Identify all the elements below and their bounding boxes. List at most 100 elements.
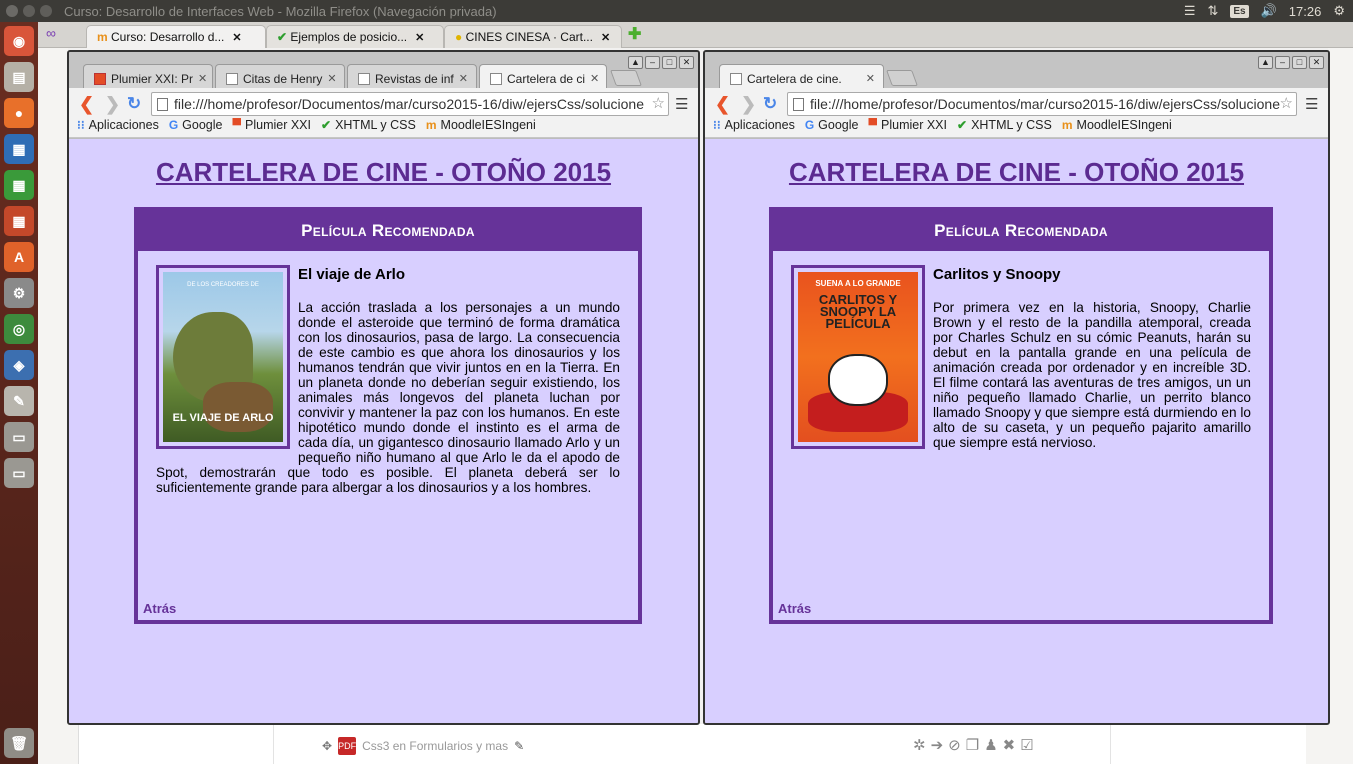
maximize-window-button[interactable]: [40, 5, 52, 17]
sort-icon[interactable]: ☰: [1184, 3, 1196, 19]
bookmark-star-icon[interactable]: ☆: [1279, 94, 1293, 112]
select-icon[interactable]: ☑: [1020, 737, 1038, 754]
bookmark-moodle[interactable]: m MoodleIESIngeni: [1062, 118, 1172, 132]
close-tab-icon[interactable]: ✕: [866, 72, 875, 85]
new-tab-icon[interactable]: ✚: [628, 24, 641, 44]
trash-icon[interactable]: 🗑: [4, 728, 34, 758]
close-tab-icon[interactable]: ✕: [415, 32, 424, 44]
snoopy-shape: [828, 354, 888, 406]
drive-icon-2[interactable]: ▭: [4, 458, 34, 488]
minimize-icon[interactable]: –: [645, 56, 660, 69]
close-window-button[interactable]: [6, 5, 18, 17]
page-icon: [157, 98, 168, 111]
impress-icon[interactable]: ▦: [4, 206, 34, 236]
chrome-tab-citas[interactable]: Citas de Henry ✕: [215, 64, 345, 88]
bookmark-google[interactable]: G Google: [805, 118, 859, 132]
back-link[interactable]: Atrás: [143, 601, 176, 616]
firefox-icon[interactable]: ●: [4, 98, 34, 128]
bookmark-plumier[interactable]: ▀ Plumier XXI: [868, 118, 947, 132]
forward-icon[interactable]: ❯: [105, 94, 120, 115]
page-icon: [793, 98, 804, 111]
firefox-tab-2[interactable]: ✔ Ejemplos de posicio... ✕: [266, 25, 444, 48]
close-tab-icon[interactable]: ✕: [232, 32, 241, 44]
minimize-icon[interactable]: –: [1275, 56, 1290, 69]
chrome-tab-cartelera[interactable]: Cartelera de ci ✕: [479, 64, 607, 88]
page-title[interactable]: CARTELERA DE CINE - OTOÑO 2015: [705, 157, 1328, 188]
window-controls: ▲ – □ ✕: [1258, 56, 1324, 69]
forward-icon[interactable]: ❯: [741, 94, 756, 115]
close-tab-icon[interactable]: ✕: [590, 72, 599, 85]
files-icon[interactable]: ▤: [4, 62, 34, 92]
bookmark-moodle[interactable]: m MoodleIESIngeni: [426, 118, 536, 132]
close-tab-icon[interactable]: ✕: [459, 72, 468, 85]
drive-icon[interactable]: ▭: [4, 422, 34, 452]
dash-icon[interactable]: ◉: [4, 26, 34, 56]
firefox-tab-3[interactable]: ● CINES CINESA · Cart... ✕: [444, 25, 622, 48]
bookmark-star-icon[interactable]: ☆: [651, 94, 665, 112]
url-text[interactable]: file:///home/profesor/Documentos/mar/cur…: [174, 96, 644, 112]
close-tab-icon[interactable]: ✕: [198, 72, 207, 85]
software-center-icon[interactable]: A: [4, 242, 34, 272]
new-tab-button[interactable]: [610, 70, 642, 86]
new-tab-button[interactable]: [886, 70, 918, 86]
poster-title: CARLITOS Y SNOOPY LA PELÍCULA: [818, 292, 898, 331]
gear-icon[interactable]: ⚙: [1333, 3, 1345, 19]
bookmark-apps[interactable]: ⁝⁝ Aplicaciones: [713, 118, 795, 132]
hide-icon[interactable]: ⊘: [948, 737, 966, 754]
close-tab-icon[interactable]: ✕: [601, 32, 610, 44]
page-title[interactable]: CARTELERA DE CINE - OTOÑO 2015: [69, 157, 698, 188]
reload-icon[interactable]: ↻: [763, 94, 777, 114]
top-panel: Curso: Desarrollo de Interfaces Web - Mo…: [0, 0, 1353, 22]
reload-icon[interactable]: ↻: [127, 94, 141, 114]
moodle-icon: m: [1061, 118, 1073, 132]
address-bar[interactable]: file:///home/profesor/Documentos/mar/cur…: [787, 92, 1297, 116]
assign-roles-icon[interactable]: ♟: [984, 737, 1002, 754]
move-icon[interactable]: ✥: [322, 739, 332, 753]
maximize-icon[interactable]: □: [1292, 56, 1307, 69]
chrome-tab-cartelera[interactable]: Cartelera de cine. ✕: [719, 64, 884, 88]
text-editor-icon[interactable]: ✎: [4, 386, 34, 416]
film-poster: DE LOS CREADORES DE EL VIAJE DE ARLO: [156, 265, 290, 449]
bookmark-xhtml[interactable]: ✔ XHTML y CSS: [957, 118, 1052, 132]
close-tab-icon[interactable]: ✕: [327, 72, 336, 85]
bookmark-xhtml[interactable]: ✔ XHTML y CSS: [321, 118, 416, 132]
bookmark-apps[interactable]: ⁝⁝ Aplicaciones: [77, 118, 159, 132]
minimize-window-button[interactable]: [23, 5, 35, 17]
close-icon[interactable]: ✕: [679, 56, 694, 69]
poster-top-text: DE LOS CREADORES DE: [187, 282, 259, 288]
delete-icon[interactable]: ✖: [1003, 737, 1021, 754]
volume-icon[interactable]: 🔊: [1261, 3, 1277, 19]
close-icon[interactable]: ✕: [1309, 56, 1324, 69]
moodle-resource-link[interactable]: Css3 en Formularios y mas: [362, 739, 508, 753]
edit-icon[interactable]: ✎: [514, 739, 524, 753]
url-text[interactable]: file:///home/profesor/Documentos/mar/cur…: [810, 96, 1280, 112]
window-title: Curso: Desarrollo de Interfaces Web - Mo…: [64, 3, 497, 19]
move-right-icon[interactable]: ➔: [931, 737, 949, 754]
settings-icon[interactable]: ⚙: [4, 278, 34, 308]
cinesa-tab-icon: ●: [455, 30, 463, 44]
chrome-icon[interactable]: ◎: [4, 314, 34, 344]
back-link[interactable]: Atrás: [778, 601, 811, 616]
virtualbox-icon[interactable]: ◈: [4, 350, 34, 380]
maximize-icon[interactable]: □: [662, 56, 677, 69]
page-favicon: [730, 72, 742, 85]
bookmark-plumier[interactable]: ▀ Plumier XXI: [232, 118, 311, 132]
back-icon[interactable]: ❮: [715, 94, 730, 115]
bookmark-google[interactable]: G Google: [169, 118, 223, 132]
clock[interactable]: 17:26: [1289, 4, 1322, 19]
back-icon[interactable]: ❮: [79, 94, 94, 115]
settings-action-icon[interactable]: ✲: [913, 737, 931, 754]
menu-icon[interactable]: ☰: [675, 95, 688, 113]
chrome-tab-plumier[interactable]: Plumier XXI: Pr ✕: [83, 64, 213, 88]
profile-icon[interactable]: ▲: [628, 56, 643, 69]
writer-icon[interactable]: ▦: [4, 134, 34, 164]
address-bar[interactable]: file:///home/profesor/Documentos/mar/cur…: [151, 92, 669, 116]
network-icon[interactable]: ⇅: [1207, 3, 1218, 19]
menu-icon[interactable]: ☰: [1305, 95, 1318, 113]
profile-icon[interactable]: ▲: [1258, 56, 1273, 69]
calc-icon[interactable]: ▦: [4, 170, 34, 200]
duplicate-icon[interactable]: ❐: [966, 737, 984, 754]
chrome-tab-revistas[interactable]: Revistas de inf ✕: [347, 64, 477, 88]
keyboard-layout-indicator[interactable]: Es: [1230, 4, 1249, 18]
firefox-tab-1[interactable]: m Curso: Desarrollo d... ✕: [86, 25, 266, 48]
